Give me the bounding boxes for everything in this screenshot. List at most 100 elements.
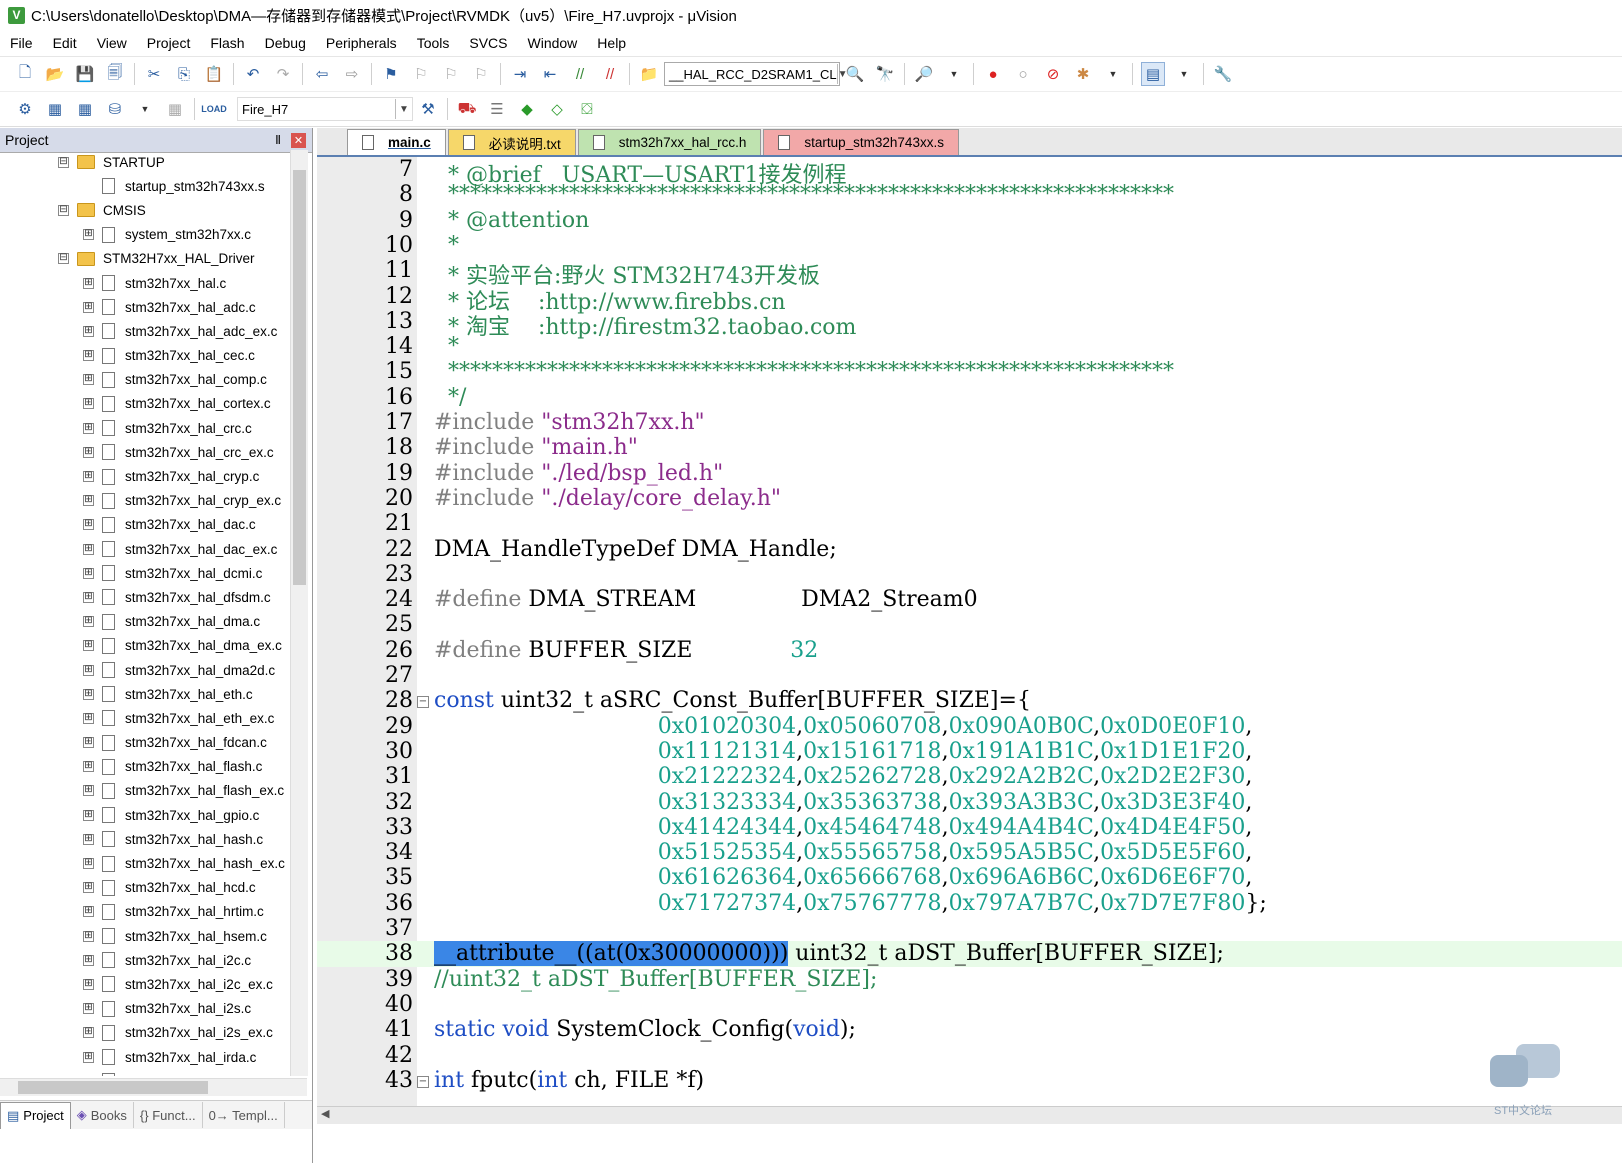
- tree-file[interactable]: ⊞ stm32h7xx_hal_i2c.c: [0, 948, 288, 972]
- stop-build-icon[interactable]: ▦: [164, 98, 186, 120]
- chevron-down-icon[interactable]: ▼: [395, 99, 412, 119]
- tree-file[interactable]: ⊞stm32h7xx_hal_jpeg.c: [0, 1069, 288, 1076]
- expand-icon[interactable]: ⊞: [83, 301, 94, 313]
- tree-file[interactable]: ⊞ stm32h7xx_hal_dma_ex.c: [0, 634, 288, 658]
- code-line[interactable]: 25: [317, 612, 1622, 637]
- tree-file[interactable]: ⊞ stm32h7xx_hal_cortex.c: [0, 392, 288, 416]
- kill-breakpoints-icon[interactable]: ✱: [1072, 63, 1094, 85]
- code-line[interactable]: 21: [317, 511, 1622, 536]
- expand-icon[interactable]: ⊞: [83, 712, 94, 724]
- code-line[interactable]: 41 static void SystemClock_Config(void);: [317, 1017, 1622, 1042]
- tree-file[interactable]: startup_stm32h743xx.s: [0, 174, 288, 198]
- tree-file[interactable]: ⊞ stm32h7xx_hal_eth_ex.c: [0, 706, 288, 730]
- expand-icon[interactable]: ⊞: [83, 978, 94, 990]
- target-select[interactable]: Fire_H7 ▼: [237, 97, 413, 121]
- comment-icon[interactable]: //: [569, 63, 591, 85]
- new-file-icon[interactable]: 🗋: [14, 63, 36, 85]
- expand-icon[interactable]: ⊞: [83, 277, 94, 289]
- menu-view[interactable]: View: [87, 35, 137, 51]
- code-line[interactable]: 31 0x21222324,0x25262728,0x292A2B2C,0x2D…: [317, 764, 1622, 789]
- code-line[interactable]: 17 #include "stm32h7xx.h": [317, 410, 1622, 435]
- collapse-icon[interactable]: ⊟: [58, 253, 69, 265]
- tree-folder[interactable]: ⊟ STM32H7xx_HAL_Driver: [0, 247, 288, 271]
- open-file-icon[interactable]: 📂: [44, 63, 66, 85]
- tree-file[interactable]: ⊞ stm32h7xx_hal_dac.c: [0, 513, 288, 537]
- tree-file[interactable]: ⊞ stm32h7xx_hal_eth.c: [0, 682, 288, 706]
- expand-icon[interactable]: ⊞: [83, 398, 94, 410]
- tree-file[interactable]: ⊞ stm32h7xx_hal_comp.c: [0, 368, 288, 392]
- manage-run-time-env-icon[interactable]: ◆: [516, 98, 538, 120]
- tree-folder[interactable]: ⊟ CMSIS: [0, 198, 288, 222]
- code-line[interactable]: 37: [317, 916, 1622, 941]
- tree-file[interactable]: ⊞ stm32h7xx_hal_hcd.c: [0, 876, 288, 900]
- download-load-icon[interactable]: LOAD: [201, 98, 227, 120]
- menu-help[interactable]: Help: [587, 35, 636, 51]
- clear-bookmarks-icon[interactable]: ⚐: [470, 63, 492, 85]
- tree-file[interactable]: ⊞ stm32h7xx_hal_hash.c: [0, 827, 288, 851]
- expand-icon[interactable]: ⊞: [83, 833, 94, 845]
- expand-icon[interactable]: ⊞: [83, 591, 94, 603]
- insert-breakpoint-icon[interactable]: ●: [982, 63, 1004, 85]
- code-line[interactable]: 32 0x31323334,0x35363738,0x393A3B3C,0x3D…: [317, 790, 1622, 815]
- expand-icon[interactable]: ⊞: [83, 1003, 94, 1015]
- target-options-icon[interactable]: ⚒: [417, 98, 439, 120]
- expand-icon[interactable]: ⊞: [83, 761, 94, 773]
- code-line[interactable]: 28− const uint32_t aSRC_Const_Buffer[BUFF…: [317, 688, 1622, 713]
- find-in-files-icon[interactable]: 📁: [638, 63, 660, 85]
- pin-icon[interactable]: Ⅱ: [275, 133, 281, 147]
- enable-breakpoint-icon[interactable]: ○: [1012, 63, 1034, 85]
- code-line[interactable]: 15 *************************************…: [317, 359, 1622, 384]
- expand-icon[interactable]: ⊞: [83, 906, 94, 918]
- expand-icon[interactable]: ⊞: [83, 325, 94, 337]
- configure-icon[interactable]: 🔧: [1212, 63, 1234, 85]
- incremental-find-icon[interactable]: 🔭: [874, 63, 896, 85]
- tree-horizontal-scrollbar[interactable]: [0, 1078, 307, 1096]
- menu-tools[interactable]: Tools: [407, 35, 460, 51]
- menu-debug[interactable]: Debug: [255, 35, 316, 51]
- tree-file[interactable]: ⊞ stm32h7xx_hal_cryp.c: [0, 464, 288, 488]
- expand-icon[interactable]: ⊞: [83, 446, 94, 458]
- code-line[interactable]: 12 * 论坛 :http://www.firebbs.cn: [317, 284, 1622, 315]
- code-line[interactable]: 34 0x51525354,0x55565758,0x595A5B5C,0x5D…: [317, 840, 1622, 865]
- expand-icon[interactable]: ⊞: [83, 809, 94, 821]
- window-layout-dropdown-icon[interactable]: ▼: [1173, 63, 1195, 85]
- next-bookmark-icon[interactable]: ⚐: [440, 63, 462, 85]
- expand-icon[interactable]: ⊞: [83, 350, 94, 362]
- expand-icon[interactable]: ⊞: [83, 567, 94, 579]
- expand-icon[interactable]: ⊞: [83, 374, 94, 386]
- expand-icon[interactable]: ⊞: [83, 422, 94, 434]
- code-line[interactable]: 40: [317, 992, 1622, 1017]
- code-line[interactable]: 29 0x01020304,0x05060708,0x090A0B0C,0x0D…: [317, 714, 1622, 739]
- scroll-left-icon[interactable]: ◀: [321, 1107, 329, 1120]
- code-line[interactable]: 11 * 实验平台:野火 STM32H743开发板: [317, 258, 1622, 289]
- menu-edit[interactable]: Edit: [43, 35, 87, 51]
- indent-icon[interactable]: ⇥: [509, 63, 531, 85]
- code-line[interactable]: 23: [317, 562, 1622, 587]
- find-combo[interactable]: __HAL_RCC_D2SRAM1_CL ▼: [664, 62, 848, 86]
- uncomment-icon[interactable]: //: [599, 63, 621, 85]
- redo-icon[interactable]: ↷: [272, 63, 294, 85]
- select-packs-icon[interactable]: ◇: [546, 98, 568, 120]
- editor-tab[interactable]: stm32h7xx_hal_rcc.h: [577, 129, 762, 155]
- tree-file[interactable]: ⊞ stm32h7xx_hal_flash.c: [0, 755, 288, 779]
- collapse-icon[interactable]: ⊟: [58, 156, 69, 168]
- code-line[interactable]: 13 * 淘宝 :http://firestm32.taobao.com: [317, 309, 1622, 340]
- fold-collapse-icon[interactable]: −: [417, 696, 429, 709]
- code-line[interactable]: 36 0x71727374,0x75767778,0x797A7B7C,0x7D…: [317, 891, 1622, 916]
- build-icon[interactable]: ▦: [44, 98, 66, 120]
- expand-icon[interactable]: ⊞: [83, 882, 94, 894]
- rebuild-icon[interactable]: ▦: [74, 98, 96, 120]
- code-line[interactable]: 27: [317, 663, 1622, 688]
- expand-icon[interactable]: ⊞: [83, 616, 94, 628]
- expand-icon[interactable]: ⊞: [83, 471, 94, 483]
- bookmark-icon[interactable]: ⚑: [380, 63, 402, 85]
- menu-svcs[interactable]: SVCS: [459, 35, 517, 51]
- debug-dropdown-icon[interactable]: ▼: [943, 63, 965, 85]
- code-line[interactable]: 39 //uint32_t aDST_Buffer[BUFFER_SIZE];: [317, 967, 1622, 992]
- expand-icon[interactable]: ⊞: [83, 543, 94, 555]
- scroll-thumb[interactable]: [293, 170, 306, 585]
- expand-icon[interactable]: ⊞: [83, 688, 94, 700]
- tree-file[interactable]: ⊞ stm32h7xx_hal_dfsdm.c: [0, 585, 288, 609]
- code-line[interactable]: 9 * @attention: [317, 208, 1622, 233]
- tree-file[interactable]: ⊞ stm32h7xx_hal_dac_ex.c: [0, 537, 288, 561]
